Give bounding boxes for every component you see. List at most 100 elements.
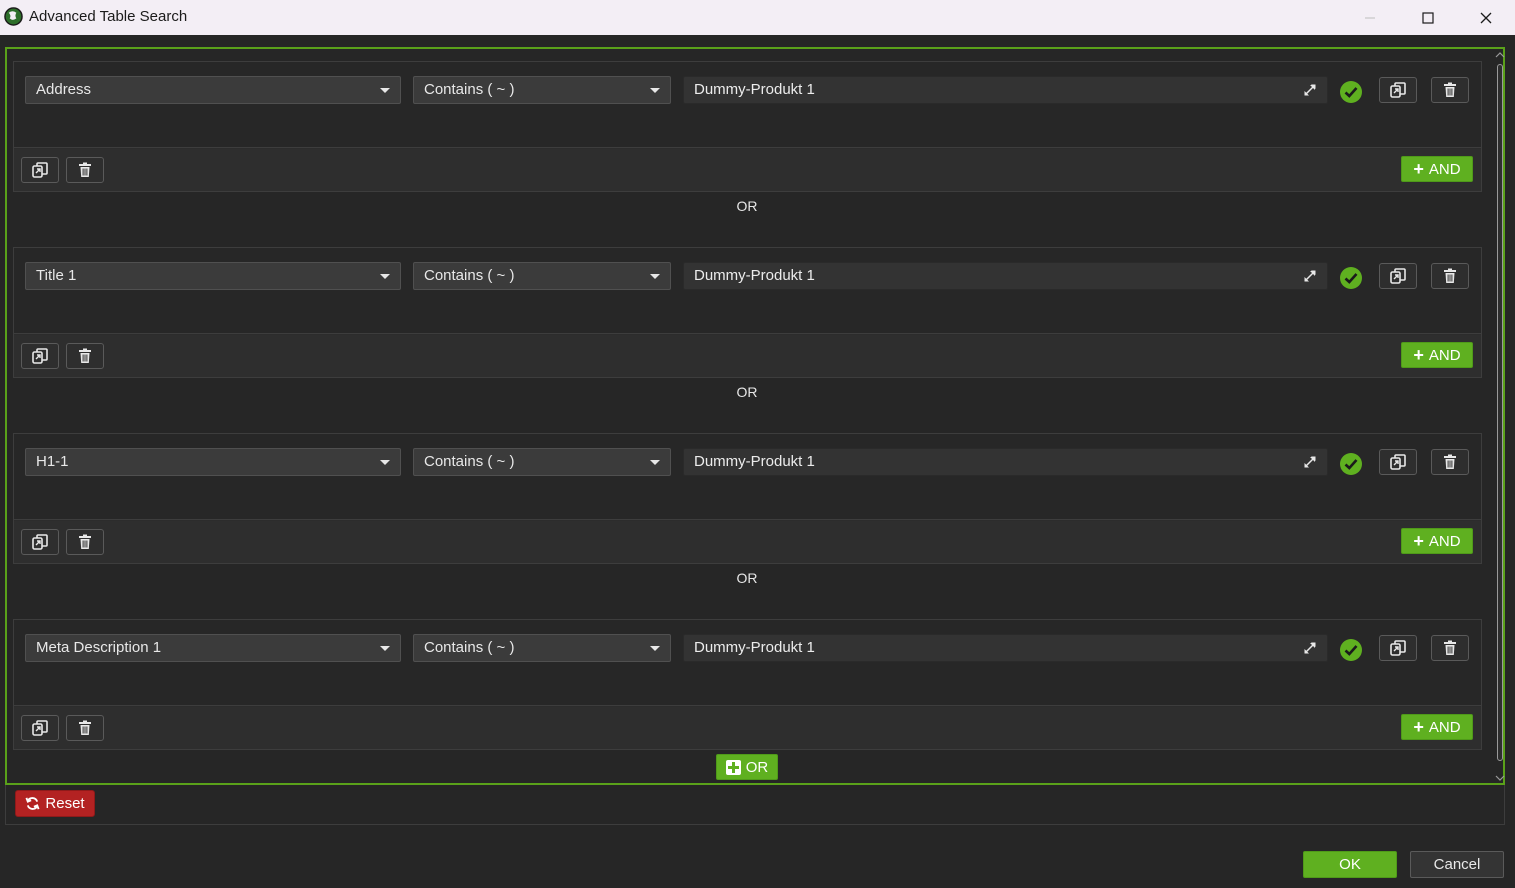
reset-label: Reset: [45, 795, 85, 812]
dropdown-caret-icon: [380, 88, 390, 93]
operator-select-value: Contains ( ~ ): [424, 81, 515, 98]
delete-group-button[interactable]: [66, 343, 104, 369]
minimize-button[interactable]: [1341, 0, 1399, 35]
copy-icon: [1390, 268, 1406, 284]
trash-icon: [79, 162, 91, 177]
reset-button[interactable]: Reset: [15, 790, 95, 817]
delete-condition-button[interactable]: [1431, 77, 1469, 103]
group-footer: + AND: [14, 707, 1481, 749]
field-select[interactable]: Address: [25, 76, 401, 104]
expand-icon[interactable]: [1302, 640, 1318, 656]
filter-group: Meta Description 1 Contains ( ~ ) Dummy-Pr…: [13, 619, 1482, 750]
dropdown-caret-icon: [380, 274, 390, 279]
plus-icon: +: [1413, 717, 1424, 737]
duplicate-group-button[interactable]: [21, 715, 59, 741]
add-and-button[interactable]: + AND: [1401, 156, 1473, 182]
plus-icon: +: [1413, 345, 1424, 365]
copy-icon: [1390, 640, 1406, 656]
condition-row: Meta Description 1 Contains ( ~ ) Dummy-Pr…: [14, 620, 1481, 706]
operator-select[interactable]: Contains ( ~ ): [413, 262, 671, 290]
ok-button[interactable]: OK: [1303, 851, 1397, 878]
dropdown-caret-icon: [650, 274, 660, 279]
plus-icon: +: [1413, 531, 1424, 551]
delete-group-button[interactable]: [66, 157, 104, 183]
operator-select-value: Contains ( ~ ): [424, 267, 515, 284]
refresh-icon: [25, 797, 40, 810]
filter-panel: Address Contains ( ~ ) Dummy-Produkt 1 + AND…: [5, 47, 1505, 785]
group-footer: + AND: [14, 521, 1481, 563]
add-and-button[interactable]: + AND: [1401, 714, 1473, 740]
valid-check-icon: [1340, 81, 1362, 103]
trash-icon: [1444, 82, 1456, 97]
trash-icon: [1444, 640, 1456, 655]
add-or-button[interactable]: OR: [716, 754, 778, 780]
copy-icon: [32, 162, 48, 178]
field-select[interactable]: Title 1: [25, 262, 401, 290]
operator-select-value: Contains ( ~ ): [424, 639, 515, 656]
delete-group-button[interactable]: [66, 715, 104, 741]
delete-condition-button[interactable]: [1431, 449, 1469, 475]
expand-icon[interactable]: [1302, 454, 1318, 470]
scroll-down-arrow[interactable]: [1494, 773, 1506, 783]
duplicate-condition-button[interactable]: [1379, 449, 1417, 475]
chevron-up-icon: [1495, 52, 1505, 58]
filter-group: Title 1 Contains ( ~ ) Dummy-Produkt 1 + AND: [13, 247, 1482, 378]
minimize-icon: [1365, 17, 1375, 18]
duplicate-group-button[interactable]: [21, 529, 59, 555]
expand-icon[interactable]: [1302, 268, 1318, 284]
scrollbar-thumb[interactable]: [1497, 64, 1503, 761]
operator-select[interactable]: Contains ( ~ ): [413, 634, 671, 662]
duplicate-group-button[interactable]: [21, 343, 59, 369]
value-input[interactable]: Dummy-Produkt 1: [683, 262, 1328, 290]
trash-icon: [1444, 454, 1456, 469]
delete-condition-button[interactable]: [1431, 635, 1469, 661]
field-select[interactable]: Meta Description 1: [25, 634, 401, 662]
group-footer: + AND: [14, 335, 1481, 377]
copy-icon: [32, 534, 48, 550]
duplicate-condition-button[interactable]: [1379, 635, 1417, 661]
or-separator: OR: [736, 384, 758, 400]
copy-icon: [32, 720, 48, 736]
dropdown-caret-icon: [650, 88, 660, 93]
condition-row: H1-1 Contains ( ~ ) Dummy-Produkt 1: [14, 434, 1481, 520]
delete-group-button[interactable]: [66, 529, 104, 555]
add-and-button[interactable]: + AND: [1401, 528, 1473, 554]
value-input[interactable]: Dummy-Produkt 1: [683, 448, 1328, 476]
operator-select[interactable]: Contains ( ~ ): [413, 448, 671, 476]
dropdown-caret-icon: [380, 460, 390, 465]
duplicate-condition-button[interactable]: [1379, 263, 1417, 289]
field-select[interactable]: H1-1: [25, 448, 401, 476]
filter-group: H1-1 Contains ( ~ ) Dummy-Produkt 1 + AND: [13, 433, 1482, 564]
operator-select[interactable]: Contains ( ~ ): [413, 76, 671, 104]
trash-icon: [79, 534, 91, 549]
dropdown-caret-icon: [650, 460, 660, 465]
title-bar: Advanced Table Search: [0, 0, 1515, 35]
operator-select-value: Contains ( ~ ): [424, 453, 515, 470]
valid-check-icon: [1340, 267, 1362, 289]
copy-icon: [1390, 82, 1406, 98]
maximize-icon: [1422, 11, 1434, 24]
close-button[interactable]: [1457, 0, 1515, 35]
copy-icon: [1390, 454, 1406, 470]
valid-check-icon: [1340, 639, 1362, 661]
delete-condition-button[interactable]: [1431, 263, 1469, 289]
add-and-button[interactable]: + AND: [1401, 342, 1473, 368]
chevron-down-icon: [1495, 775, 1505, 781]
add-and-label: AND: [1428, 718, 1461, 736]
app-icon: [4, 7, 23, 26]
duplicate-group-button[interactable]: [21, 157, 59, 183]
or-separator: OR: [736, 570, 758, 586]
duplicate-condition-button[interactable]: [1379, 77, 1417, 103]
scroll-up-arrow[interactable]: [1494, 50, 1506, 60]
group-footer: + AND: [14, 149, 1481, 191]
maximize-button[interactable]: [1399, 0, 1457, 35]
field-select-value: Meta Description 1: [36, 639, 162, 656]
trash-icon: [79, 720, 91, 735]
value-input[interactable]: Dummy-Produkt 1: [683, 634, 1328, 662]
expand-icon[interactable]: [1302, 82, 1318, 98]
cancel-button[interactable]: Cancel: [1410, 851, 1504, 878]
trash-icon: [79, 348, 91, 363]
condition-row: Address Contains ( ~ ) Dummy-Produkt 1: [14, 62, 1481, 148]
or-separator: OR: [736, 198, 758, 214]
value-input[interactable]: Dummy-Produkt 1: [683, 76, 1328, 104]
